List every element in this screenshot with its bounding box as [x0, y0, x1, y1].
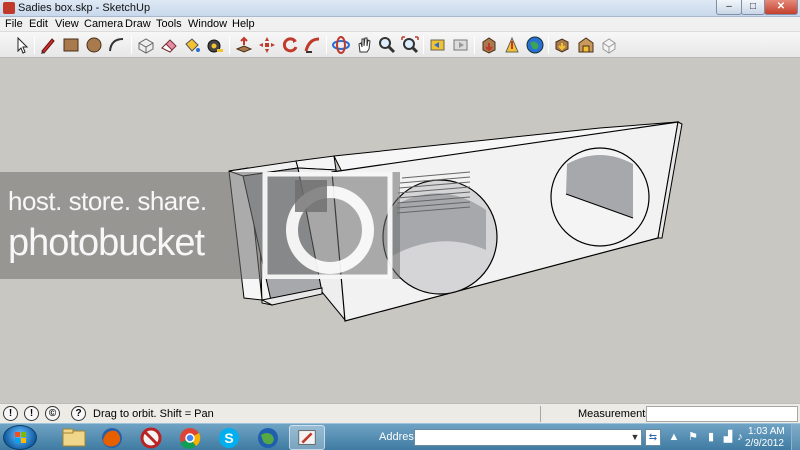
menu-tools[interactable]: Tools [156, 18, 182, 30]
3d-viewport[interactable]: host. store. share. photobucket [0, 59, 800, 403]
close-button[interactable]: ✕ [764, 0, 798, 15]
window-title: Sadies box.skp - SketchUp [18, 2, 151, 14]
clock-time[interactable]: 1:03 AM [748, 426, 785, 437]
circle-icon[interactable] [84, 35, 104, 55]
rectangle-icon[interactable] [61, 35, 81, 55]
arc-icon[interactable] [107, 35, 127, 55]
svg-text:S: S [224, 430, 233, 446]
make-component-icon[interactable] [136, 35, 156, 55]
watermark-tagline: host. store. share. [8, 186, 207, 216]
zoom-icon[interactable] [377, 35, 397, 55]
sketchup-taskbar-icon[interactable] [289, 425, 325, 450]
toolbar-separator [474, 36, 475, 54]
google-earth-icon[interactable] [525, 35, 545, 55]
rotate-icon[interactable] [280, 35, 300, 55]
battery-icon[interactable]: ▮ [704, 430, 718, 444]
status-hint: Drag to orbit. Shift = Pan [93, 408, 214, 420]
next-view-icon[interactable] [451, 35, 471, 55]
components-icon[interactable] [553, 35, 573, 55]
google-earth-taskbar-icon[interactable] [250, 425, 286, 450]
screen: Sadies box.skp - SketchUp – □ ✕ File Edi… [0, 0, 800, 450]
measurements-input[interactable] [646, 406, 798, 422]
toolbar-separator [229, 36, 230, 54]
toolbar-separator [423, 36, 424, 54]
account-icon[interactable]: © [45, 406, 60, 421]
show-desktop-button[interactable] [791, 424, 800, 450]
start-button[interactable] [3, 425, 37, 450]
menu-view[interactable]: View [55, 18, 79, 30]
pan-icon[interactable] [354, 35, 374, 55]
follow-me-icon[interactable] [303, 35, 323, 55]
blocked-app-taskbar-icon[interactable] [133, 425, 169, 450]
orbit-icon[interactable] [331, 35, 351, 55]
menu-bar: File Edit View Camera Draw Tools Window … [0, 17, 800, 32]
zoom-extents-icon[interactable] [400, 35, 420, 55]
firefox-taskbar-icon[interactable] [94, 425, 130, 450]
menu-file[interactable]: File [5, 18, 23, 30]
help-icon[interactable]: ? [71, 406, 86, 421]
status-divider [540, 406, 541, 422]
toolbar-separator [34, 36, 35, 54]
chrome-taskbar-icon[interactable] [172, 425, 208, 450]
extension-icon[interactable] [599, 35, 619, 55]
push-pull-icon[interactable] [234, 35, 254, 55]
address-go-icon[interactable]: ⇆ [645, 429, 661, 446]
get-models-icon[interactable] [479, 35, 499, 55]
watermark-brand: photobucket [8, 222, 205, 264]
menu-draw[interactable]: Draw [125, 18, 151, 30]
menu-edit[interactable]: Edit [29, 18, 48, 30]
share-model-icon[interactable] [502, 35, 522, 55]
menu-help[interactable]: Help [232, 18, 255, 30]
photobucket-logo-icon [262, 172, 393, 279]
select-icon[interactable] [12, 35, 32, 55]
tray-expand-icon[interactable]: ▲ [667, 430, 681, 444]
credits-icon[interactable]: ! [24, 406, 39, 421]
menu-camera[interactable]: Camera [84, 18, 123, 30]
status-bar: ! ! © ? Drag to orbit. Shift = Pan Measu… [0, 403, 800, 423]
move-icon[interactable] [257, 35, 277, 55]
windows-logo-icon [15, 432, 26, 443]
menu-window[interactable]: Window [188, 18, 227, 30]
clock-date[interactable]: 2/9/2012 [745, 438, 784, 449]
maximize-button[interactable]: □ [741, 0, 765, 15]
explorer-taskbar-icon[interactable] [56, 425, 92, 450]
previous-view-icon[interactable] [428, 35, 448, 55]
minimize-button[interactable]: – [716, 0, 742, 15]
address-input[interactable] [414, 429, 642, 446]
geolocation-icon[interactable]: ! [3, 406, 18, 421]
address-dropdown-icon[interactable]: ▼ [628, 429, 642, 446]
photobucket-watermark: host. store. share. photobucket [0, 172, 400, 279]
sketchup-app-icon [3, 2, 15, 14]
windows-taskbar: S Address ▼ ⇆ ▲ ⚑ ▮ ▟ ♪ 1:03 AM 2/9/2012 [0, 423, 800, 450]
toolbar-separator [548, 36, 549, 54]
pencil-icon[interactable] [38, 35, 58, 55]
toolbar [0, 32, 800, 58]
speaker-cutout-right [550, 147, 650, 247]
toolbar-separator [326, 36, 327, 54]
toolbar-separator [131, 36, 132, 54]
measurements-label: Measurements [578, 408, 651, 420]
title-bar[interactable]: Sadies box.skp - SketchUp – □ ✕ [0, 0, 800, 17]
eraser-icon[interactable] [159, 35, 179, 55]
action-center-flag-icon[interactable]: ⚑ [686, 430, 700, 444]
paint-bucket-icon[interactable] [182, 35, 202, 55]
warehouse-icon[interactable] [576, 35, 596, 55]
tape-measure-icon[interactable] [205, 35, 225, 55]
skype-taskbar-icon[interactable]: S [211, 425, 247, 450]
